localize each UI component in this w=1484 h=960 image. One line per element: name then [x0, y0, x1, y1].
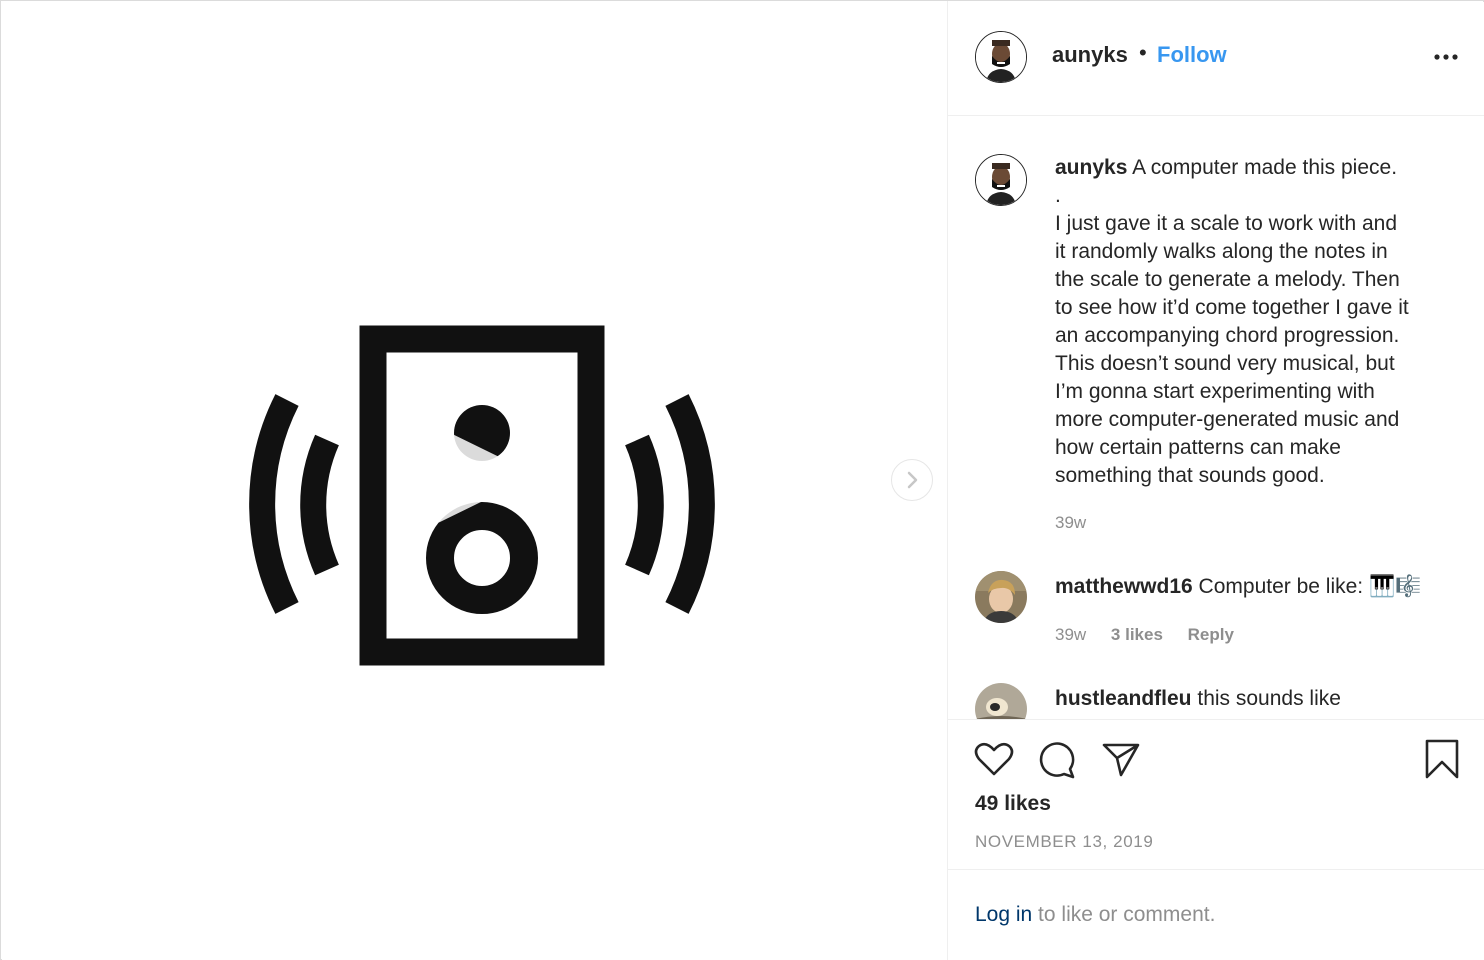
- heart-icon[interactable]: [974, 739, 1014, 779]
- bookmark-icon[interactable]: [1422, 739, 1462, 779]
- share-icon[interactable]: [1101, 739, 1141, 779]
- reply-button[interactable]: Reply: [1188, 625, 1234, 644]
- post-media[interactable]: [2, 2, 947, 960]
- caption-line: I’m gonna start experimenting with: [1055, 380, 1375, 403]
- avatar-image: [976, 32, 1026, 82]
- caption-line: This doesn’t sound very musical, but: [1055, 352, 1395, 375]
- avatar-image: [976, 155, 1026, 205]
- comment: matthewwd16 Computer be like: 🎹🎼: [1055, 573, 1475, 601]
- comment-icon[interactable]: [1037, 739, 1077, 779]
- login-prompt-text: to like or comment.: [1032, 903, 1216, 926]
- login-prompt: Log in to like or comment.: [975, 903, 1215, 927]
- caption-author-avatar[interactable]: [975, 154, 1027, 206]
- more-options-icon[interactable]: [1432, 42, 1460, 70]
- like-count[interactable]: 49 likes: [975, 792, 1051, 816]
- caption-timestamp[interactable]: 39w: [1055, 513, 1086, 533]
- divider: [948, 719, 1484, 720]
- caption-username[interactable]: aunyks: [1055, 156, 1127, 179]
- caption-text: A computer made this piece.: [1132, 156, 1398, 179]
- separator-dot: •: [1139, 40, 1147, 65]
- caption-line: .: [1055, 184, 1061, 207]
- avatar-image: [975, 571, 1027, 623]
- comment: hustleandfleu this sounds like: [1055, 685, 1475, 713]
- caption-line: I just gave it a scale to work with and: [1055, 212, 1397, 235]
- post-header: aunyks • Follow: [948, 2, 1484, 116]
- comment-username[interactable]: hustleandfleu: [1055, 687, 1192, 710]
- post-date: NOVEMBER 13, 2019: [975, 832, 1154, 851]
- comment-likes[interactable]: 3 likes: [1111, 625, 1163, 644]
- divider: [948, 869, 1484, 870]
- caption-line: more computer-generated music and: [1055, 408, 1400, 431]
- caption: aunyks A computer made this piece. . I j…: [1055, 154, 1475, 490]
- author-avatar[interactable]: [975, 31, 1027, 83]
- caption-line: how certain patterns can make: [1055, 436, 1341, 459]
- next-media-button[interactable]: [891, 459, 933, 501]
- comment-text: Computer be like: 🎹🎼: [1198, 575, 1422, 598]
- avatar-image: [975, 683, 1027, 719]
- caption-line: to see how it’d come together I gave it: [1055, 296, 1409, 319]
- comment-timestamp[interactable]: 39w: [1055, 625, 1086, 644]
- caption-line: an accompanying chord progression.: [1055, 324, 1400, 347]
- comment-meta: 39w 3 likes Reply: [1055, 625, 1254, 645]
- author-username[interactable]: aunyks: [1052, 42, 1128, 68]
- chevron-right-icon: [907, 471, 918, 489]
- login-link[interactable]: Log in: [975, 903, 1032, 926]
- caption-line: it randomly walks along the notes in: [1055, 240, 1388, 263]
- comments-list[interactable]: aunyks A computer made this piece. . I j…: [948, 117, 1484, 719]
- caption-line: something that sounds good.: [1055, 464, 1325, 487]
- post-panel: aunyks • Follow aunyks A computer made t…: [948, 2, 1484, 960]
- commenter-avatar[interactable]: [975, 683, 1027, 719]
- comment-username[interactable]: matthewwd16: [1055, 575, 1193, 598]
- follow-button[interactable]: Follow: [1157, 42, 1227, 68]
- caption-line: the scale to generate a melody. Then: [1055, 268, 1400, 291]
- play-icon[interactable]: [430, 420, 534, 530]
- comment-text: this sounds like: [1197, 687, 1341, 710]
- post-modal: aunyks • Follow aunyks A computer made t…: [0, 0, 1484, 960]
- commenter-avatar[interactable]: [975, 571, 1027, 623]
